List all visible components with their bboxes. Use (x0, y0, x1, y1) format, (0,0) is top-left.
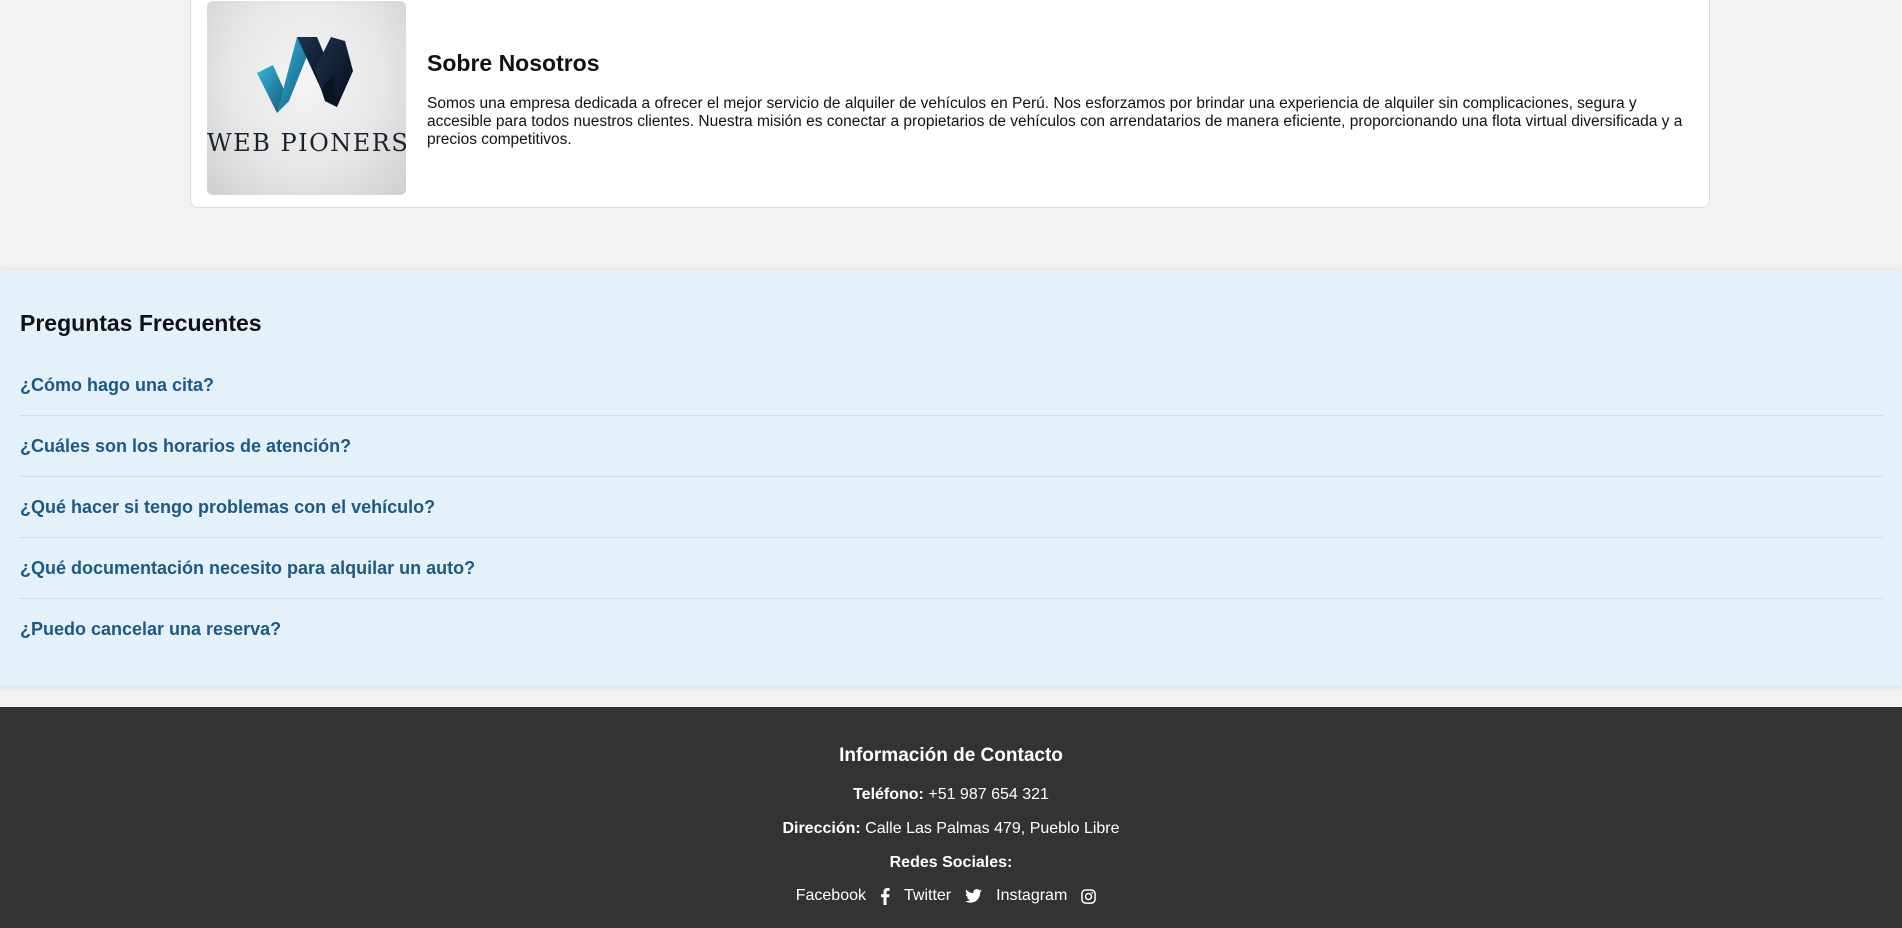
faq-item-documentation[interactable]: ¿Qué documentación necesito para alquila… (20, 538, 1883, 599)
faq-title: Preguntas Frecuentes (20, 310, 262, 336)
address-line: Dirección: Calle Las Palmas 479, Pueblo … (0, 820, 1902, 838)
about-description: Somos una empresa dedicada a ofrecer el … (427, 95, 1683, 148)
faq-section: Preguntas Frecuentes ¿Cómo hago una cita… (0, 270, 1902, 686)
faq-item-appointment[interactable]: ¿Cómo hago una cita? (20, 355, 1883, 416)
phone-value: +51 987 654 321 (928, 786, 1049, 803)
about-card: WEB PIONERS Sobre Nosotros Somos una emp… (190, 0, 1710, 208)
about-title: Sobre Nosotros (427, 50, 600, 76)
faq-item-cancel-reservation[interactable]: ¿Puedo cancelar una reserva? (20, 599, 1883, 660)
phone-line: Teléfono: +51 987 654 321 (0, 786, 1902, 804)
faq-item-vehicle-problems[interactable]: ¿Qué hacer si tengo problemas con el veh… (20, 477, 1883, 538)
facebook-link[interactable]: Facebook (796, 887, 866, 905)
instagram-icon[interactable] (1081, 888, 1097, 904)
faq-item-hours[interactable]: ¿Cuáles son los horarios de atención? (20, 416, 1883, 477)
social-links: Facebook Twitter Instagram (0, 887, 1902, 905)
contact-info-title: Información de Contacto (839, 745, 1063, 766)
address-value: Calle Las Palmas 479, Pueblo Libre (865, 820, 1120, 837)
faq-list: ¿Cómo hago una cita? ¿Cuáles son los hor… (20, 355, 1883, 660)
instagram-link[interactable]: Instagram (996, 887, 1067, 905)
footer: Información de Contacto Teléfono: +51 98… (0, 707, 1902, 928)
social-networks-line: Redes Sociales: (0, 854, 1902, 872)
twitter-icon[interactable] (965, 889, 983, 903)
facebook-icon[interactable] (880, 887, 890, 905)
social-label: Redes Sociales: (889, 854, 1013, 871)
logo-wordmark: WEB PIONERS (207, 129, 406, 157)
logo-mark-icon (257, 37, 353, 113)
twitter-link[interactable]: Twitter (904, 887, 951, 905)
phone-label: Teléfono: (853, 786, 924, 803)
address-label: Dirección: (782, 820, 861, 837)
company-logo: WEB PIONERS (207, 1, 406, 195)
